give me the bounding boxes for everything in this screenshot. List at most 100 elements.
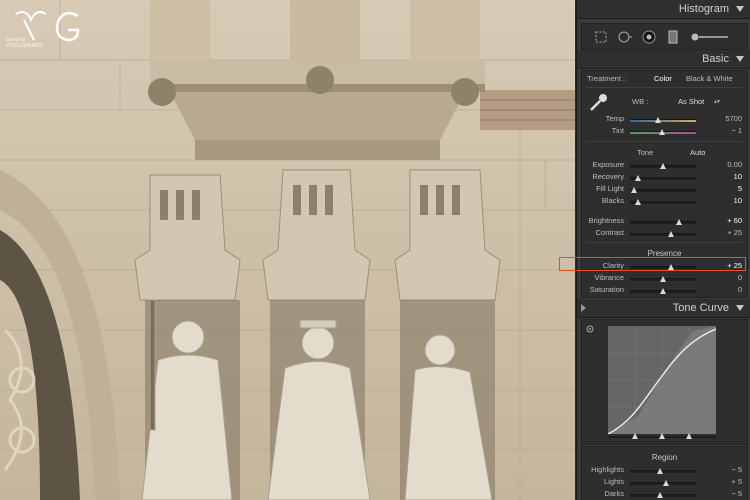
darks-slider-thumb[interactable]: [656, 492, 663, 498]
histogram-header[interactable]: Histogram: [577, 0, 750, 19]
divider: [586, 242, 743, 243]
treatment-bw-option[interactable]: Black & White: [686, 74, 733, 83]
recovery-label: Recovery: [592, 172, 624, 181]
lights-label: Lights: [603, 477, 624, 486]
region-section: Region Highlights − 5 Lights + 5 Darks − 5: [581, 446, 748, 500]
fill-light-slider[interactable]: [630, 187, 696, 193]
brightness-value[interactable]: + 60: [727, 216, 742, 225]
highlights-label: Highlights: [591, 465, 624, 474]
saturation-slider[interactable]: [630, 288, 696, 294]
contrast-value[interactable]: + 25: [727, 228, 742, 237]
divider: [586, 87, 743, 88]
fill-light-slider-thumb[interactable]: [630, 187, 637, 193]
temp-slider[interactable]: [630, 117, 696, 123]
basic-section: Treatment : Color Black & White WB : As …: [581, 70, 748, 298]
watermark-name: Gergely POZSVARNOV: [6, 37, 44, 49]
saturation-label: Saturation: [589, 285, 624, 294]
highlights-value[interactable]: − 5: [731, 465, 742, 474]
crop-icon[interactable]: [594, 30, 608, 44]
saturation-slider-thumb[interactable]: [660, 288, 666, 294]
fill-light-label: Fill Light: [596, 184, 624, 193]
tone-label: Tone: [637, 148, 654, 157]
basic-header[interactable]: Basic: [577, 50, 750, 69]
clarity-value[interactable]: + 25: [727, 261, 742, 270]
collapse-triangle-icon[interactable]: [736, 56, 744, 62]
target-adjust-icon[interactable]: [586, 325, 594, 333]
region-label: Region: [651, 453, 678, 462]
clarity-slider[interactable]: [630, 264, 696, 270]
tone-curve-graph[interactable]: [608, 326, 716, 434]
brightness-label: Brightness: [588, 216, 624, 225]
vibrance-slider[interactable]: [630, 276, 696, 282]
graduated-filter-icon[interactable]: [666, 30, 680, 44]
lights-value[interactable]: + 5: [731, 477, 742, 486]
clarity-label: Clarity: [602, 261, 624, 270]
panel-switch-icon[interactable]: [581, 304, 586, 312]
tone-curve-section: [581, 319, 748, 445]
contrast-label: Contrast: [595, 228, 624, 237]
wb-value[interactable]: As Shot: [678, 97, 704, 106]
contrast-slider[interactable]: [630, 231, 696, 237]
blacks-value[interactable]: 10: [734, 196, 742, 205]
split-thumb-highlights[interactable]: [686, 433, 692, 439]
brightness-slider[interactable]: [630, 219, 696, 225]
spot-removal-icon[interactable]: [618, 30, 632, 44]
wb-label: WB :: [632, 97, 649, 106]
temp-label: Temp: [605, 114, 624, 123]
darks-label: Darks: [604, 489, 624, 498]
curve-split-track[interactable]: [608, 433, 716, 439]
darks-slider[interactable]: [630, 492, 696, 498]
basic-title: Basic: [702, 53, 729, 65]
vibrance-label: Vibrance: [594, 273, 624, 282]
red-eye-icon[interactable]: [642, 30, 656, 44]
adjustment-brush-icon[interactable]: [690, 30, 730, 44]
fill-light-value[interactable]: 5: [738, 184, 742, 193]
divider: [586, 141, 743, 142]
exposure-slider-thumb[interactable]: [660, 163, 666, 169]
exposure-value[interactable]: 0.00: [727, 160, 742, 169]
wb-dropdown-chevron-icon[interactable]: ▴▾: [714, 98, 720, 105]
temp-value[interactable]: 5700: [725, 114, 742, 123]
saturation-value[interactable]: 0: [738, 285, 742, 294]
blacks-slider-thumb[interactable]: [634, 199, 641, 205]
temp-slider-thumb[interactable]: [654, 117, 661, 123]
split-thumb-shadows[interactable]: [632, 433, 638, 439]
recovery-slider-thumb[interactable]: [634, 175, 641, 181]
tint-value[interactable]: − 1: [731, 126, 742, 135]
collapse-triangle-icon[interactable]: [736, 6, 744, 12]
split-thumb-midtones[interactable]: [659, 433, 665, 439]
clarity-slider-thumb[interactable]: [667, 264, 674, 270]
white-balance-eyedropper-icon[interactable]: [588, 91, 610, 113]
develop-panel: Histogram Basic Treatment : Color Black …: [576, 0, 750, 500]
recovery-slider[interactable]: [630, 175, 696, 181]
exposure-slider[interactable]: [630, 163, 696, 169]
photo-preview[interactable]: Gergely POZSVARNOV: [0, 0, 575, 500]
exposure-label: Exposure: [592, 160, 624, 169]
highlights-slider-thumb[interactable]: [656, 468, 663, 474]
lights-slider[interactable]: [630, 480, 696, 486]
highlights-slider[interactable]: [630, 468, 696, 474]
tint-slider[interactable]: [630, 129, 696, 135]
darks-value[interactable]: − 5: [731, 489, 742, 498]
recovery-value[interactable]: 10: [734, 172, 742, 181]
blacks-label: Blacks: [601, 196, 624, 205]
tint-slider-thumb[interactable]: [658, 129, 665, 135]
tint-label: Tint: [611, 126, 624, 135]
lights-slider-thumb[interactable]: [663, 480, 670, 486]
presence-label: Presence: [647, 249, 682, 258]
watermark-logo: [6, 6, 86, 66]
tone-auto-button[interactable]: Auto: [690, 148, 705, 157]
treatment-label: Treatment :: [587, 74, 626, 83]
blacks-slider[interactable]: [630, 199, 696, 205]
collapse-triangle-icon[interactable]: [736, 305, 744, 311]
tone-curve-header[interactable]: Tone Curve: [577, 299, 750, 318]
vibrance-slider-thumb[interactable]: [660, 276, 666, 282]
vibrance-value[interactable]: 0: [738, 273, 742, 282]
treatment-color-option[interactable]: Color: [654, 74, 672, 83]
brightness-slider-thumb[interactable]: [675, 219, 682, 225]
tool-strip: [581, 23, 748, 50]
photo-image: [0, 0, 575, 500]
tone-curve-title: Tone Curve: [672, 302, 729, 314]
contrast-slider-thumb[interactable]: [667, 231, 674, 237]
histogram-title: Histogram: [678, 3, 729, 15]
